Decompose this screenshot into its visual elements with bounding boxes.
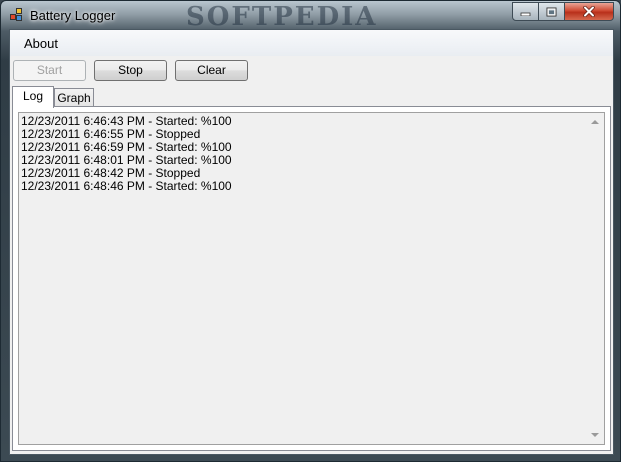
vertical-scrollbar[interactable] [587, 113, 604, 444]
start-button[interactable]: Start [13, 60, 86, 81]
scroll-up-arrow-icon[interactable] [591, 120, 599, 124]
log-line: 12/23/2011 6:48:46 PM - Started: %100 [21, 179, 232, 193]
app-icon[interactable] [10, 8, 24, 22]
tab-log[interactable]: Log [12, 86, 54, 108]
app-window: SOFTPEDIA Battery Logger About Start Sto… [0, 0, 621, 462]
maximize-icon [546, 7, 557, 16]
client-area: About Start Stop Clear Log Graph 12/23/2… [9, 29, 614, 455]
softpedia-watermark: SOFTPEDIA [186, 2, 378, 32]
log-lines: 12/23/2011 6:46:43 PM - Started: %100 12… [21, 115, 232, 193]
tab-graph[interactable]: Graph [54, 88, 94, 108]
minimize-icon [520, 12, 531, 16]
maximize-button[interactable] [538, 2, 565, 21]
window-title: Battery Logger [30, 8, 116, 23]
clear-button[interactable]: Clear [175, 60, 248, 81]
menu-item-about[interactable]: About [24, 36, 58, 51]
close-icon [583, 6, 595, 17]
scroll-down-arrow-icon[interactable] [591, 433, 599, 437]
menu-bar: About [10, 30, 613, 56]
stop-button[interactable]: Stop [94, 60, 167, 81]
close-button[interactable] [564, 2, 614, 21]
log-textbox[interactable]: 12/23/2011 6:46:43 PM - Started: %100 12… [18, 112, 605, 445]
log-tab-panel: 12/23/2011 6:46:43 PM - Started: %100 12… [12, 106, 611, 451]
minimize-button[interactable] [512, 2, 539, 21]
title-bar[interactable]: SOFTPEDIA Battery Logger [1, 1, 620, 32]
